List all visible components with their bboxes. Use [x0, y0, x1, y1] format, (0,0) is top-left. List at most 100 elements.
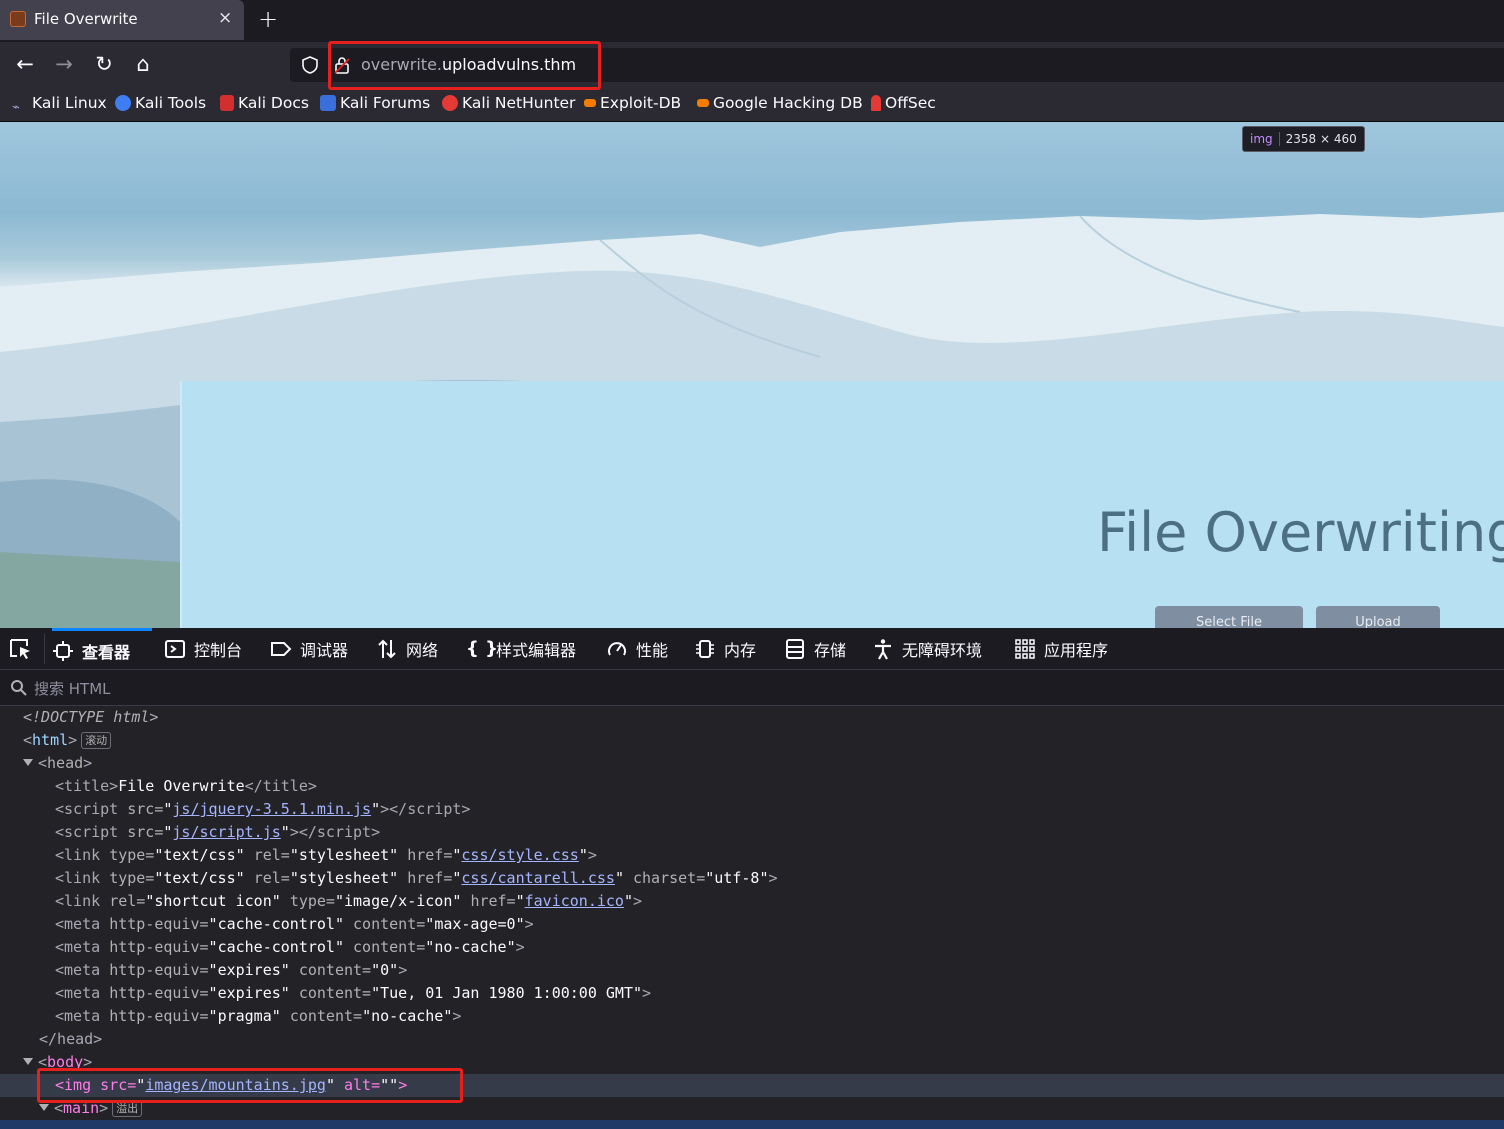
forward-button[interactable]: →: [50, 52, 78, 76]
shield-icon[interactable]: [300, 55, 320, 75]
bookmark-kali-forums[interactable]: Kali Forums: [320, 94, 430, 112]
tab-style-editor[interactable]: { } 样式编辑器: [466, 628, 576, 670]
node-meta[interactable]: <meta http-equiv="cache-control" content…: [0, 936, 1504, 959]
badge-dimensions: 2358 × 460: [1285, 132, 1357, 146]
bookmarks-toolbar: ⌁ Kali Linux Kali Tools Kali Docs Kali Fo…: [0, 88, 1504, 122]
bookmark-label: Exploit-DB: [600, 94, 682, 112]
node-doctype[interactable]: <!DOCTYPE html>: [0, 706, 1504, 729]
tab-performance[interactable]: 性能: [606, 628, 668, 670]
bookmark-label: Kali Forums: [340, 94, 431, 112]
navigation-toolbar: ← → ↻ ⌂ overwrite.uploadvulns.thm: [0, 42, 1504, 88]
tab-label: 调试器: [300, 641, 349, 660]
node-title[interactable]: <title>File Overwrite</title>: [0, 775, 1504, 798]
node-html[interactable]: <html> 滚动: [0, 729, 1504, 752]
node-head[interactable]: <head>: [0, 752, 1504, 775]
kali-dragon-icon: ⌁: [12, 100, 20, 115]
tab-debugger[interactable]: 调试器: [270, 628, 348, 670]
bookmark-label: OffSec: [885, 94, 936, 112]
tab-label: 无障碍环境: [902, 641, 983, 660]
bookmark-google-hacking-db[interactable]: Google Hacking DB: [697, 94, 863, 112]
tab-accessibility[interactable]: 无障碍环境: [872, 628, 982, 670]
scroll-badge[interactable]: 滚动: [81, 732, 112, 749]
img-node-highlight-box: [37, 1068, 463, 1103]
memory-icon: [696, 640, 714, 658]
href-link[interactable]: css/style.css: [461, 846, 578, 864]
tab-application[interactable]: 应用程序: [1014, 628, 1108, 670]
style-editor-icon: { }: [466, 638, 498, 659]
tab-label: 性能: [636, 641, 669, 660]
console-icon: [165, 640, 185, 658]
debugger-icon: [271, 642, 292, 656]
script-src-link[interactable]: js/script.js: [172, 823, 280, 841]
close-tab-icon[interactable]: ×: [218, 8, 232, 28]
node-link-font[interactable]: <link type="text/css" rel="stylesheet" h…: [0, 867, 1504, 890]
node-script-jquery[interactable]: <script src="js/jquery-3.5.1.min.js"></s…: [0, 798, 1504, 821]
node-link-icon[interactable]: <link rel="shortcut icon" type="image/x-…: [0, 890, 1504, 913]
expand-twisty-icon[interactable]: [39, 1104, 49, 1111]
network-icon: [378, 639, 396, 659]
node-meta[interactable]: <meta http-equiv="cache-control" content…: [0, 913, 1504, 936]
tab-network[interactable]: 网络: [376, 628, 438, 670]
search-icon: [11, 680, 27, 696]
node-meta[interactable]: <meta http-equiv="pragma" content="no-ca…: [0, 1005, 1504, 1028]
script-src-link[interactable]: js/jquery-3.5.1.min.js: [172, 800, 371, 818]
kali-docs-icon: [220, 95, 234, 111]
tab-inspector[interactable]: 查看器: [52, 628, 152, 670]
node-head-close[interactable]: </head>: [0, 1028, 1504, 1051]
tab-console[interactable]: 控制台: [164, 628, 242, 670]
doctype-text: <!DOCTYPE html>: [23, 708, 159, 726]
html-search-bar: [0, 670, 1504, 706]
bookmark-label: Kali NetHunter: [462, 94, 576, 112]
href-link[interactable]: favicon.ico: [525, 892, 624, 910]
page-viewport: img 2358 × 460 File Overwriting Select F…: [0, 122, 1504, 628]
bookmark-kali-docs[interactable]: Kali Docs: [220, 94, 309, 112]
bookmark-kali-tools[interactable]: Kali Tools: [115, 94, 206, 112]
reload-button[interactable]: ↻: [90, 52, 118, 76]
tab-memory[interactable]: 内存: [694, 628, 756, 670]
bookmark-kali-nethunter[interactable]: Kali NetHunter: [442, 94, 575, 112]
home-button[interactable]: ⌂: [129, 52, 157, 76]
badge-tag: img: [1250, 132, 1280, 146]
bookmark-offsec[interactable]: OffSec: [871, 94, 936, 112]
offsec-icon: [871, 95, 881, 111]
select-file-button[interactable]: Select File: [1155, 606, 1303, 628]
title-text: File Overwrite: [118, 777, 245, 795]
element-highlight-badge: img 2358 × 460: [1242, 126, 1365, 152]
page-heading: File Overwriting: [1097, 501, 1504, 564]
node-meta[interactable]: <meta http-equiv="expires" content="Tue,…: [0, 982, 1504, 1005]
favicon-icon: [10, 11, 26, 27]
main-content-panel: File Overwriting Select File Upload: [180, 381, 1504, 628]
element-picker-icon[interactable]: [8, 637, 34, 661]
kali-forums-icon: [320, 95, 336, 111]
href-link[interactable]: css/cantarell.css: [461, 869, 615, 887]
tab-label: 存储: [814, 641, 847, 660]
node-meta[interactable]: <meta http-equiv="expires" content="0">: [0, 959, 1504, 982]
tab-title: File Overwrite: [34, 10, 138, 28]
node-script-main[interactable]: <script src="js/script.js"></script>: [0, 821, 1504, 844]
devtools-toolbar: 查看器 控制台 调试器 网络 { } 样式编辑器 性能 内存 存储 无障碍环境: [0, 628, 1504, 670]
bookmark-label: Google Hacking DB: [713, 94, 863, 112]
bookmark-label: Kali Tools: [135, 94, 207, 112]
bookmark-exploit-db[interactable]: Exploit-DB: [584, 94, 681, 112]
ghdb-icon: [697, 99, 709, 107]
tab-label: 样式编辑器: [496, 641, 577, 660]
next-node-highlight: [0, 1120, 1504, 1129]
bookmark-kali-linux[interactable]: ⌁ Kali Linux: [12, 94, 107, 116]
browser-tab[interactable]: File Overwrite ×: [0, 0, 244, 40]
upload-button[interactable]: Upload: [1316, 606, 1440, 628]
kali-tools-icon: [115, 95, 131, 111]
tab-storage[interactable]: 存储: [784, 628, 846, 670]
tab-label: 内存: [724, 641, 757, 660]
tab-strip: File Overwrite × +: [0, 0, 1504, 42]
back-button[interactable]: ←: [11, 52, 39, 76]
tab-label: 网络: [406, 641, 439, 660]
node-link-style[interactable]: <link type="text/css" rel="stylesheet" h…: [0, 844, 1504, 867]
new-tab-button[interactable]: +: [258, 5, 278, 33]
expand-twisty-icon[interactable]: [23, 759, 33, 766]
exploit-db-icon: [584, 99, 596, 107]
search-html-input[interactable]: [32, 676, 1496, 702]
tab-label: 查看器: [82, 642, 131, 662]
expand-twisty-icon[interactable]: [23, 1058, 33, 1065]
inspector-icon: [53, 640, 73, 661]
application-icon: [1015, 639, 1035, 659]
